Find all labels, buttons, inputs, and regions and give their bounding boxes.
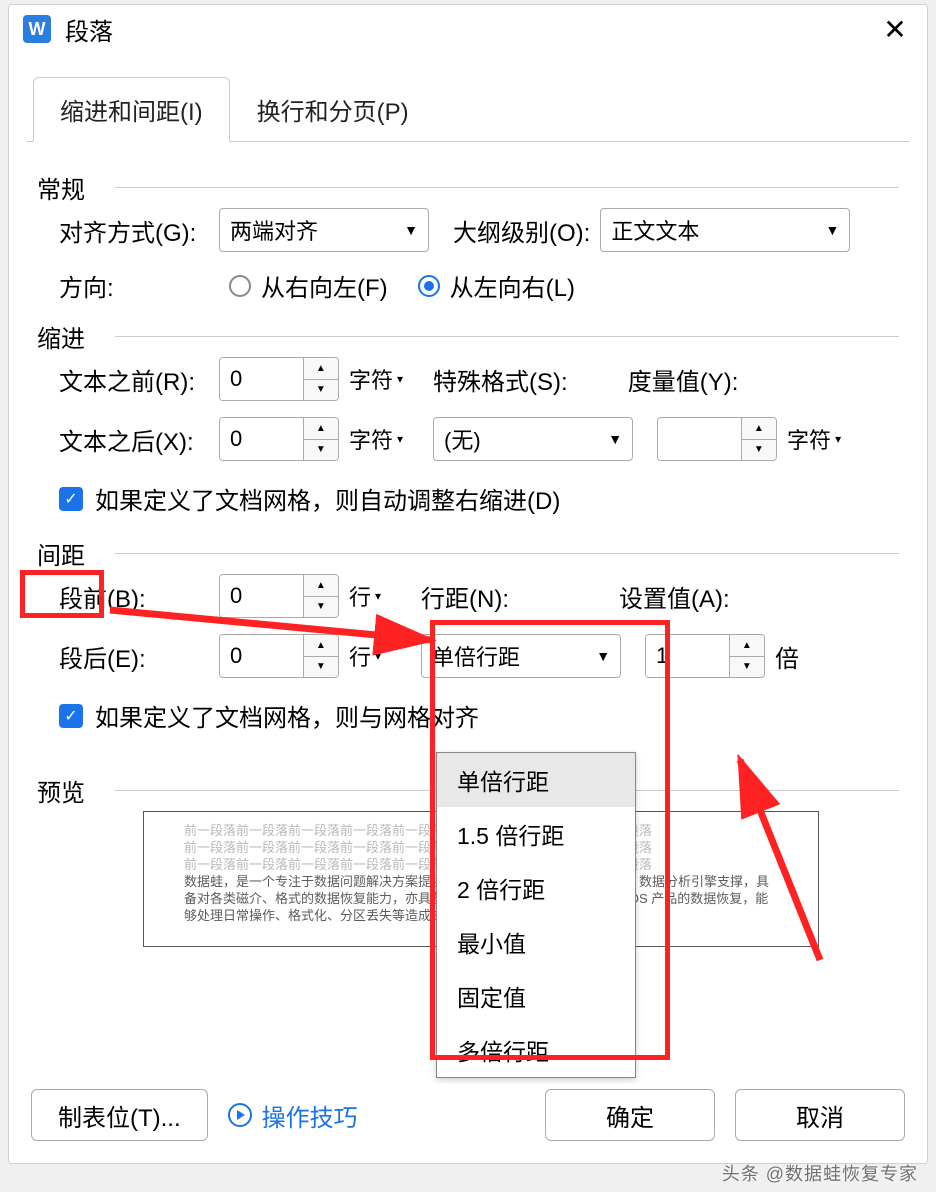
radio-ltr[interactable]: 从左向右(L) xyxy=(418,268,575,303)
radio-rtl-label: 从右向左(F) xyxy=(261,268,388,303)
spacing-before-unit[interactable]: 行▾ xyxy=(349,580,381,612)
measure-spinner[interactable]: ▲▼ xyxy=(657,417,777,461)
tips-label: 操作技巧 xyxy=(262,1098,358,1133)
measure-input[interactable] xyxy=(658,418,741,460)
spin-down[interactable]: ▼ xyxy=(304,657,338,678)
indent-after-label: 文本之后(X): xyxy=(59,422,209,457)
close-button[interactable]: ✕ xyxy=(877,11,913,47)
spacing-after-unit[interactable]: 行▾ xyxy=(349,640,381,672)
setvalue-label: 设置值(A): xyxy=(619,579,730,614)
indent-after-unit[interactable]: 字符▾ xyxy=(349,423,403,455)
special-select[interactable]: (无) ▼ xyxy=(433,417,633,461)
spin-up[interactable]: ▲ xyxy=(304,418,338,440)
spin-up[interactable]: ▲ xyxy=(730,635,764,657)
radio-ltr-label: 从左向右(L) xyxy=(450,268,575,303)
outline-label: 大纲级别(O): xyxy=(453,213,590,248)
tabbar: 缩进和间距(I) 换行和分页(P) xyxy=(9,77,927,142)
caret-down-icon: ▼ xyxy=(596,648,610,664)
dialog-footer: 制表位(T)... 操作技巧 确定 取消 xyxy=(9,1071,927,1163)
indent-after-spinner[interactable]: ▲▼ xyxy=(219,417,339,461)
indent-before-label: 文本之前(R): xyxy=(59,362,209,397)
spacing-before-label: 段前(B): xyxy=(59,579,209,614)
ok-button[interactable]: 确定 xyxy=(545,1089,715,1141)
dropdown-item[interactable]: 1.5 倍行距 xyxy=(437,807,635,861)
indent-after-input[interactable] xyxy=(220,418,303,460)
dropdown-item[interactable]: 固定值 xyxy=(437,969,635,1023)
checkbox-grid-align[interactable]: ✓ xyxy=(59,704,83,728)
paragraph-dialog: W 段落 ✕ 缩进和间距(I) 换行和分页(P) 常规 对齐方式(G): 两端对… xyxy=(8,4,928,1164)
dropdown-item[interactable]: 2 倍行距 xyxy=(437,861,635,915)
spin-up[interactable]: ▲ xyxy=(304,635,338,657)
measure-label: 度量值(Y): xyxy=(628,362,739,397)
measure-unit[interactable]: 字符▾ xyxy=(787,423,841,455)
setvalue-spinner[interactable]: ▲▼ xyxy=(645,634,765,678)
checkbox-auto-indent-label: 如果定义了文档网格，则自动调整右缩进(D) xyxy=(95,481,560,516)
dialog-content: 常规 对齐方式(G): 两端对齐 ▼ 大纲级别(O): 正文文本 ▼ 方向: 从… xyxy=(9,142,927,1071)
dropdown-item[interactable]: 多倍行距 xyxy=(437,1023,635,1077)
app-icon: W xyxy=(23,15,51,43)
dropdown-item[interactable]: 最小值 xyxy=(437,915,635,969)
tabstop-button[interactable]: 制表位(T)... xyxy=(31,1089,208,1141)
align-label: 对齐方式(G): xyxy=(59,213,209,248)
radio-rtl[interactable]: 从右向左(F) xyxy=(229,268,388,303)
linespacing-dropdown: 单倍行距 1.5 倍行距 2 倍行距 最小值 固定值 多倍行距 xyxy=(436,752,636,1078)
special-label: 特殊格式(S): xyxy=(433,362,568,397)
spin-up[interactable]: ▲ xyxy=(304,358,338,380)
align-select[interactable]: 两端对齐 ▼ xyxy=(219,208,429,252)
outline-value: 正文文本 xyxy=(611,214,699,246)
caret-down-icon: ▼ xyxy=(825,222,839,238)
tab-indent-spacing[interactable]: 缩进和间距(I) xyxy=(33,77,230,142)
spacing-after-spinner[interactable]: ▲▼ xyxy=(219,634,339,678)
spin-down[interactable]: ▼ xyxy=(304,380,338,401)
spacing-after-input[interactable] xyxy=(220,635,303,677)
spin-down[interactable]: ▼ xyxy=(730,657,764,678)
spin-up[interactable]: ▲ xyxy=(742,418,776,440)
outline-select[interactable]: 正文文本 ▼ xyxy=(600,208,850,252)
spacing-after-label: 段后(E): xyxy=(59,639,209,674)
caret-down-icon: ▼ xyxy=(608,431,622,447)
spin-down[interactable]: ▼ xyxy=(742,440,776,461)
checkbox-auto-indent[interactable]: ✓ xyxy=(59,487,83,511)
linespacing-select[interactable]: 单倍行距 ▼ xyxy=(421,634,621,678)
indent-before-input[interactable] xyxy=(220,358,303,400)
checkbox-grid-align-label: 如果定义了文档网格，则与网格对齐 xyxy=(95,698,479,733)
setvalue-input[interactable] xyxy=(646,635,729,677)
section-divider xyxy=(115,336,899,337)
dialog-title: 段落 xyxy=(65,12,113,47)
indent-before-unit[interactable]: 字符▾ xyxy=(349,363,403,395)
spin-down[interactable]: ▼ xyxy=(304,440,338,461)
linespacing-label: 行距(N): xyxy=(421,579,509,614)
tab-pagebreak[interactable]: 换行和分页(P) xyxy=(230,77,436,142)
section-divider xyxy=(115,187,899,188)
direction-label: 方向: xyxy=(59,268,209,303)
spacing-before-spinner[interactable]: ▲▼ xyxy=(219,574,339,618)
align-value: 两端对齐 xyxy=(230,214,318,246)
spin-down[interactable]: ▼ xyxy=(304,597,338,618)
titlebar: W 段落 ✕ xyxy=(9,5,927,53)
indent-before-spinner[interactable]: ▲▼ xyxy=(219,357,339,401)
caret-down-icon: ▼ xyxy=(404,222,418,238)
section-divider xyxy=(115,553,899,554)
spacing-before-input[interactable] xyxy=(220,575,303,617)
watermark: 头条 @数据蛙恢复专家 xyxy=(722,1160,918,1186)
dropdown-item[interactable]: 单倍行距 xyxy=(437,753,635,807)
spin-up[interactable]: ▲ xyxy=(304,575,338,597)
linespacing-value: 单倍行距 xyxy=(432,640,520,672)
special-value: (无) xyxy=(444,423,481,455)
play-icon xyxy=(228,1103,252,1127)
cancel-button[interactable]: 取消 xyxy=(735,1089,905,1141)
setvalue-unit: 倍 xyxy=(775,639,799,674)
tips-link[interactable]: 操作技巧 xyxy=(228,1098,358,1133)
